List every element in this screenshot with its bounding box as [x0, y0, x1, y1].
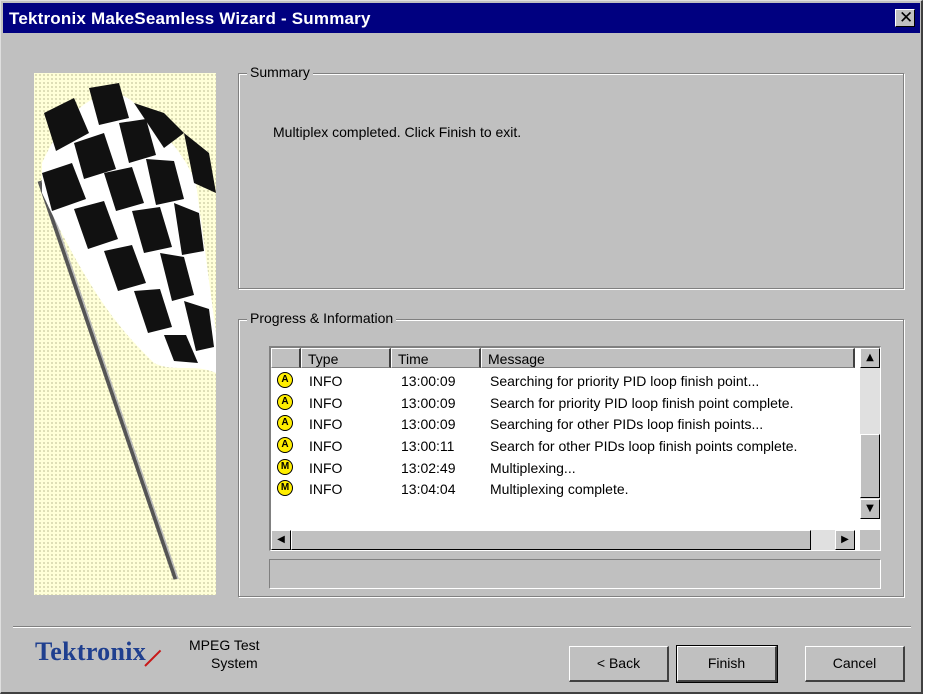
log-level-icon: A — [277, 415, 293, 432]
row-message: Search for other PIDs loop finish points… — [490, 438, 798, 455]
wizard-window: Tektronix MakeSeamless Wizard - Summary … — [0, 0, 923, 694]
back-button[interactable]: < Back — [569, 646, 669, 682]
progress-group: Progress & Information Type Time Message… — [238, 310, 904, 597]
list-item[interactable]: M INFO 13:04:04 Multiplexing complete. — [271, 478, 855, 500]
row-message: Searching for other PIDs loop finish poi… — [490, 416, 764, 433]
scroll-up-button[interactable]: ▲ — [860, 348, 880, 368]
arrow-left-icon: ◀ — [277, 534, 285, 545]
list-item[interactable]: A INFO 13:00:09 Searching for other PIDs… — [271, 413, 855, 435]
summary-group: Summary Multiplex completed. Click Finis… — [238, 64, 904, 289]
scroll-left-button[interactable]: ◀ — [271, 530, 291, 550]
progress-list[interactable]: Type Time Message A INFO 13:00:09 Search… — [269, 346, 881, 551]
logo-subtitle-line1: MPEG Test — [189, 637, 260, 653]
list-rows: A INFO 13:00:09 Searching for priority P… — [271, 370, 855, 500]
row-type: INFO — [309, 373, 343, 389]
vertical-scrollbar[interactable]: ▲ ▼ — [860, 348, 880, 519]
list-item[interactable]: A INFO 13:00:09 Search for priority PID … — [271, 392, 855, 414]
log-level-icon: A — [277, 372, 293, 388]
scroll-right-button[interactable]: ▶ — [835, 530, 855, 550]
vertical-scroll-thumb[interactable] — [860, 434, 880, 498]
logo-wordmark: Tektronix — [35, 637, 147, 666]
row-type: INFO — [309, 416, 343, 433]
column-header-time[interactable]: Time — [391, 348, 481, 368]
column-header-message[interactable]: Message — [481, 348, 855, 368]
row-time: 13:02:49 — [401, 459, 456, 476]
row-type: INFO — [309, 481, 343, 498]
finish-button[interactable]: Finish — [676, 645, 778, 683]
scrollbar-corner — [860, 530, 880, 550]
log-level-icon: M — [277, 458, 293, 475]
title-bar: Tektronix MakeSeamless Wizard - Summary … — [3, 3, 920, 33]
row-message: Multiplexing complete. — [490, 481, 629, 498]
row-message: Search for priority PID loop finish poin… — [490, 394, 794, 411]
row-time: 13:04:04 — [401, 481, 456, 498]
footer-separator — [13, 626, 911, 628]
row-message: Searching for priority PID loop finish p… — [490, 373, 760, 389]
row-type: INFO — [309, 438, 343, 455]
list-item[interactable]: M INFO 13:02:49 Multiplexing... — [271, 457, 855, 479]
close-button[interactable]: ✕ — [895, 8, 915, 28]
window-title: Tektronix MakeSeamless Wizard - Summary — [9, 9, 371, 28]
row-type: INFO — [309, 459, 343, 476]
row-type: INFO — [309, 394, 343, 411]
close-icon: ✕ — [899, 8, 914, 28]
logo-subtitle-line2: System — [211, 655, 258, 671]
summary-message: Multiplex completed. Click Finish to exi… — [273, 124, 522, 140]
row-time: 13:00:09 — [401, 394, 456, 411]
cancel-button[interactable]: Cancel — [805, 646, 905, 682]
horizontal-scrollbar[interactable]: ◀ ▶ — [271, 530, 855, 550]
column-header-type[interactable]: Type — [301, 348, 391, 368]
arrow-down-icon: ▼ — [866, 503, 874, 514]
log-level-icon: M — [277, 480, 293, 497]
list-item[interactable]: A INFO 13:00:09 Searching for priority P… — [271, 370, 855, 392]
horizontal-scroll-thumb[interactable] — [291, 530, 811, 550]
row-time: 13:00:09 — [401, 416, 456, 433]
log-level-icon: A — [277, 437, 293, 454]
progress-group-label: Progress & Information — [247, 310, 397, 326]
logo-slash-mark — [144, 649, 162, 667]
row-message: Multiplexing... — [490, 459, 576, 476]
row-time: 13:00:11 — [401, 438, 455, 455]
checkered-flag-icon — [37, 83, 216, 580]
column-header-icon[interactable] — [271, 348, 301, 368]
checkered-flag-image — [34, 73, 216, 595]
log-level-icon: A — [277, 393, 293, 410]
scroll-down-button[interactable]: ▼ — [860, 499, 880, 519]
arrow-up-icon: ▲ — [866, 352, 874, 363]
list-item[interactable]: A INFO 13:00:11 Search for other PIDs lo… — [271, 435, 855, 457]
arrow-right-icon: ▶ — [841, 534, 849, 545]
row-time: 13:00:09 — [401, 373, 456, 389]
list-header: Type Time Message — [271, 348, 855, 368]
summary-group-label: Summary — [247, 64, 313, 80]
progress-bar — [269, 559, 881, 589]
